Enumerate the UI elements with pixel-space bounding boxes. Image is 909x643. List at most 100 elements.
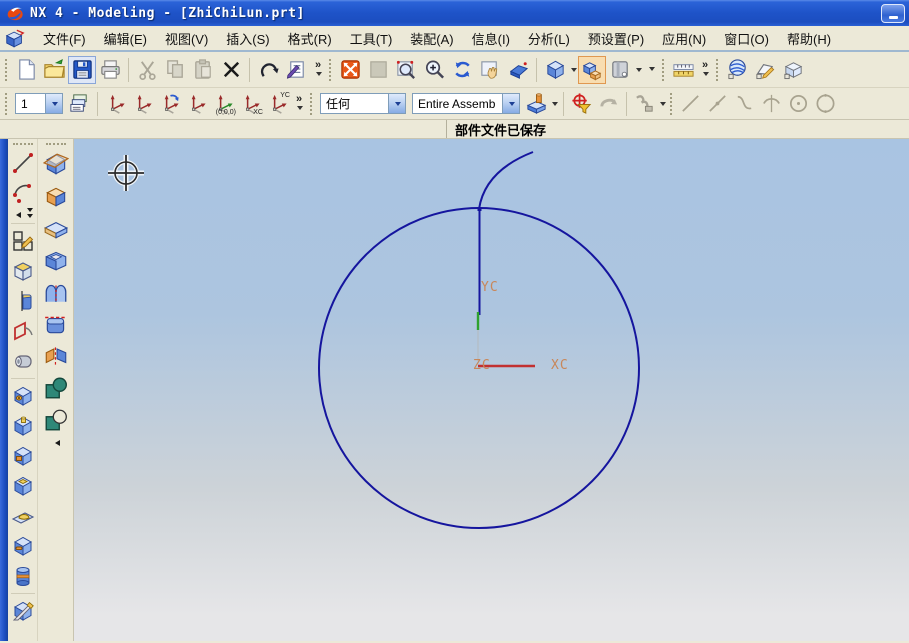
new-button[interactable] (12, 56, 40, 84)
pocket-button[interactable] (9, 441, 37, 471)
combo-dropdown-button[interactable] (45, 94, 62, 113)
toolbar-grip[interactable] (662, 59, 664, 81)
menu-tools[interactable]: 工具(T) (341, 26, 402, 51)
selection-filter-combo[interactable]: 任何 (320, 93, 406, 114)
chevron-down-icon[interactable] (552, 102, 558, 109)
wcs-change-yc-button[interactable]: YC (264, 91, 291, 117)
pan-view-button[interactable] (476, 56, 504, 84)
menu-view[interactable]: 视图(V) (156, 26, 217, 51)
arc-tool-button[interactable] (758, 91, 785, 117)
delete-button[interactable] (217, 56, 245, 84)
cut-button[interactable] (133, 56, 161, 84)
view-toolbar-options-button[interactable] (643, 56, 659, 84)
menu-file[interactable]: 文件(F) (34, 26, 95, 51)
split-body-button[interactable] (40, 340, 72, 372)
toolbar-grip[interactable] (329, 59, 331, 81)
toolbar-expand-row[interactable] (9, 208, 37, 221)
menu-assemblies[interactable]: 装配(A) (401, 26, 462, 51)
line-tool-button[interactable] (677, 91, 704, 117)
wcs-change-xc-button[interactable]: XC (237, 91, 264, 117)
interpart-link-button[interactable] (631, 91, 658, 117)
block-button[interactable] (40, 212, 72, 244)
menu-insert[interactable]: 插入(S) (217, 26, 278, 51)
toolbar-grip[interactable] (670, 93, 672, 115)
wcs-dynamics-button[interactable] (102, 91, 129, 117)
spline-tool-button[interactable] (731, 91, 758, 117)
zoom-inactive-button[interactable] (364, 56, 392, 84)
tube-button[interactable] (9, 346, 37, 376)
zoom-in-out-button[interactable] (420, 56, 448, 84)
utility-toolbar-overflow-button[interactable]: » (697, 56, 713, 84)
menu-help[interactable]: 帮助(H) (778, 26, 840, 51)
combo-dropdown-button[interactable] (502, 94, 519, 113)
selection-scope-combo[interactable]: Entire Assemb (412, 93, 520, 114)
circle-center-tool-button[interactable] (785, 91, 812, 117)
unite-button[interactable] (40, 372, 72, 404)
line-button[interactable] (9, 148, 37, 178)
orient-view-button[interactable] (578, 56, 606, 84)
line-point-tool-button[interactable] (704, 91, 731, 117)
menu-window[interactable]: 窗口(O) (715, 26, 778, 51)
section-analysis-button[interactable] (751, 56, 779, 84)
layer-settings-button[interactable] (66, 91, 93, 117)
toolbar-grip[interactable] (46, 143, 66, 145)
slot-button[interactable] (9, 531, 37, 561)
revolve-button[interactable] (9, 286, 37, 316)
menu-edit[interactable]: 编辑(E) (95, 26, 156, 51)
menu-format[interactable]: 格式(R) (279, 26, 341, 51)
menu-application[interactable]: 应用(N) (653, 26, 715, 51)
rotate-view-button[interactable] (448, 56, 476, 84)
combo-dropdown-button[interactable] (388, 94, 405, 113)
shaded-view-button[interactable] (541, 56, 569, 84)
minimize-button[interactable] (881, 4, 905, 23)
save-button[interactable] (68, 56, 96, 84)
face-analysis-button[interactable] (723, 56, 751, 84)
copy-button[interactable] (161, 56, 189, 84)
zoom-area-button[interactable] (392, 56, 420, 84)
menu-preferences[interactable]: 预设置(P) (579, 26, 653, 51)
clip-section-button[interactable] (606, 56, 634, 84)
edit-list-button[interactable] (282, 56, 310, 84)
wcs-orient-button[interactable] (183, 91, 210, 117)
circle-tool-button[interactable] (812, 91, 839, 117)
wcs-origin-button[interactable] (129, 91, 156, 117)
toolbar-collapse-button[interactable] (42, 436, 70, 449)
datum-plane-button[interactable] (40, 148, 72, 180)
open-button[interactable] (40, 56, 68, 84)
menu-information[interactable]: 信息(I) (463, 26, 519, 51)
trimmed-body-button[interactable] (40, 308, 72, 340)
toolbar-grip[interactable] (5, 93, 7, 115)
swept-button[interactable] (40, 276, 72, 308)
toolbar-grip[interactable] (13, 143, 33, 145)
arc-button[interactable] (9, 178, 37, 208)
menu-analysis[interactable]: 分析(L) (519, 26, 579, 51)
toolbar-grip[interactable] (5, 59, 7, 81)
emboss-button[interactable] (9, 501, 37, 531)
toolbar-grip[interactable] (310, 93, 312, 115)
graphics-window[interactable]: YC ZC XC (74, 139, 909, 641)
print-button[interactable] (96, 56, 124, 84)
chevron-down-icon[interactable] (571, 68, 577, 75)
wcs-toolbar-overflow-button[interactable]: » (291, 90, 307, 118)
chevron-down-icon[interactable] (636, 68, 642, 75)
chevron-down-icon[interactable] (660, 102, 666, 109)
fit-view-button[interactable] (336, 56, 364, 84)
model-spline[interactable] (479, 152, 533, 209)
pad-button[interactable] (9, 471, 37, 501)
assembly-context-button[interactable] (523, 91, 550, 117)
shell-button[interactable] (40, 244, 72, 276)
wcs-set-to-absolute-button[interactable]: (0,0,0) (210, 91, 237, 117)
measure-button[interactable] (669, 56, 697, 84)
boss-button[interactable] (9, 411, 37, 441)
work-layer-combo[interactable]: 1 (15, 93, 63, 114)
trim-body-button[interactable] (9, 596, 37, 626)
reset-selection-button[interactable] (595, 91, 622, 117)
title-bar[interactable]: NX 4 - Modeling - [ZhiChiLun.prt] (0, 0, 909, 26)
snap-point-button[interactable] (568, 91, 595, 117)
hole-button[interactable] (9, 381, 37, 411)
groove-button[interactable] (9, 561, 37, 591)
extrude-solid-button[interactable] (40, 180, 72, 212)
sketch-button[interactable] (9, 226, 37, 256)
app-menu-icon[interactable] (4, 28, 26, 48)
wcs-rotate-button[interactable] (156, 91, 183, 117)
